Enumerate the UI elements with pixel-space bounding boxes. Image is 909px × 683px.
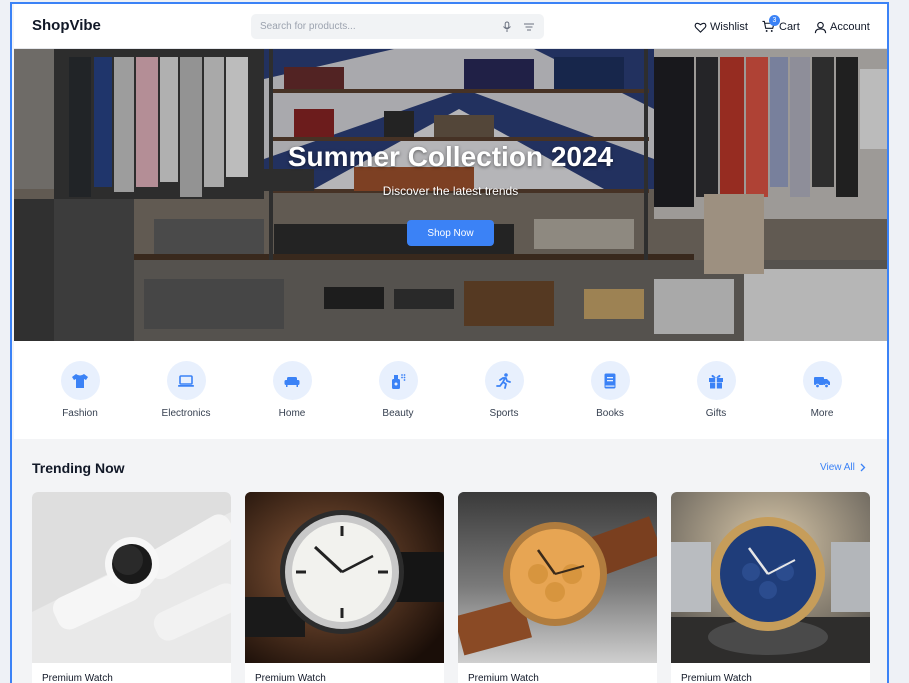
shirt-icon (72, 373, 88, 388)
hero-banner: Summer Collection 2024 Discover the late… (14, 49, 887, 341)
account-link[interactable]: Account (814, 19, 870, 35)
category-label: More (810, 408, 834, 419)
view-all-link[interactable]: View All (820, 462, 866, 473)
category-fashion[interactable]: Fashion (40, 361, 120, 419)
category-label: Fashion (62, 408, 98, 419)
product-image (671, 492, 870, 663)
logo[interactable]: ShopVibe (32, 17, 101, 34)
heart-icon (694, 22, 707, 33)
truck-icon (814, 376, 830, 388)
product-card[interactable]: Premium Watch (458, 492, 657, 683)
category-bar: Fashion Electronics Home Beauty Sports B… (14, 341, 887, 439)
gift-icon (709, 374, 723, 388)
user-icon (814, 21, 827, 33)
page: ShopVibe Wishlist (14, 4, 887, 683)
product-card[interactable]: Premium Watch (32, 492, 231, 683)
category-gifts[interactable]: Gifts (676, 361, 756, 419)
category-label: Gifts (705, 408, 727, 419)
category-sports[interactable]: Sports (464, 361, 544, 419)
chevron-right-icon (860, 463, 866, 472)
category-more[interactable]: More (782, 361, 862, 419)
product-image (32, 492, 231, 663)
browser-frame: ShopVibe Wishlist (10, 2, 889, 683)
hero-title: Summer Collection 2024 (287, 141, 614, 172)
couch-icon (284, 376, 300, 387)
shop-now-button[interactable]: Shop Now (407, 220, 494, 246)
laptop-icon (178, 374, 194, 387)
search-bar[interactable] (251, 14, 544, 39)
spray-bottle-icon (392, 373, 406, 389)
category-label: Beauty (382, 408, 414, 419)
product-name: Premium Watch (42, 673, 113, 683)
trending-title: Trending Now (32, 460, 125, 476)
category-label: Home (278, 408, 306, 419)
product-name: Premium Watch (468, 673, 539, 683)
search-input[interactable] (260, 18, 490, 35)
category-home[interactable]: Home (252, 361, 332, 419)
hero-subtitle: Discover the latest trends (382, 184, 519, 198)
cart-label: Cart (779, 21, 800, 33)
category-label: Books (596, 408, 624, 419)
filter-icon[interactable] (523, 21, 535, 33)
product-name: Premium Watch (681, 673, 752, 683)
category-books[interactable]: Books (570, 361, 650, 419)
product-image (458, 492, 657, 663)
wishlist-link[interactable]: Wishlist (694, 19, 748, 35)
cart-link[interactable]: 3 Cart (762, 15, 800, 35)
wishlist-label: Wishlist (710, 21, 748, 33)
category-electronics[interactable]: Electronics (146, 361, 226, 419)
running-icon (496, 372, 511, 389)
category-label: Sports (489, 408, 519, 419)
account-label: Account (830, 21, 870, 33)
product-card[interactable]: Premium Watch (671, 492, 870, 683)
microphone-icon[interactable] (501, 21, 513, 33)
top-header: ShopVibe Wishlist (14, 4, 887, 49)
product-card[interactable]: Premium Watch (245, 492, 444, 683)
category-beauty[interactable]: Beauty (358, 361, 438, 419)
book-icon (604, 373, 616, 388)
cart-count-badge: 3 (769, 15, 780, 26)
product-image (245, 492, 444, 663)
product-name: Premium Watch (255, 673, 326, 683)
category-label: Electronics (161, 408, 211, 419)
view-all-label: View All (820, 462, 855, 473)
